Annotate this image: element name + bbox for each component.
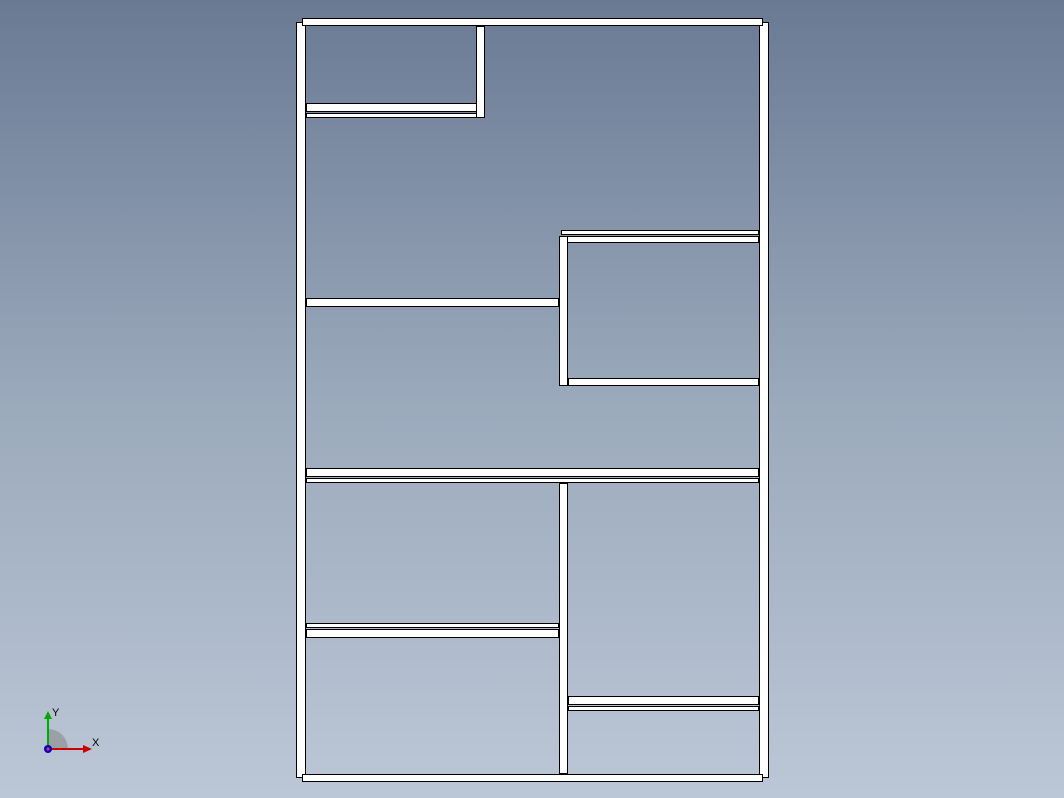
frame-outer-top: [302, 18, 763, 26]
cad-viewport[interactable]: Y X: [0, 0, 1064, 798]
frame-mid-shelf-left: [306, 298, 559, 307]
frame-outer-bottom: [302, 774, 763, 782]
frame-bottom-left-shelf-upper: [306, 623, 559, 628]
frame-upper-mid-right-shelf: [561, 236, 759, 243]
frame-top-shelf-left-lower: [306, 113, 481, 118]
frame-lower-divider-vertical: [559, 483, 568, 774]
frame-large-mid-shelf-lower: [306, 478, 759, 483]
frame-outer-right: [759, 22, 769, 778]
triad-plane-shade: [48, 729, 68, 749]
coordinate-triad[interactable]: Y X: [30, 706, 110, 766]
model-shelving-frame[interactable]: [296, 18, 769, 782]
frame-outer-left: [296, 22, 306, 778]
frame-bottom-left-shelf: [306, 629, 559, 638]
frame-large-mid-shelf: [306, 468, 759, 477]
x-axis-label: X: [92, 737, 100, 749]
y-axis-arrow: [44, 711, 52, 719]
x-axis-arrow: [83, 745, 92, 753]
frame-bottom-right-shelf: [568, 696, 759, 705]
frame-mid-right-lower-shelf: [568, 378, 759, 386]
frame-mid-divider-vertical: [559, 236, 568, 386]
frame-bottom-right-shelf-lower: [568, 706, 759, 711]
y-axis-label: Y: [52, 707, 60, 719]
frame-top-shelf-left-upper: [306, 103, 481, 112]
frame-top-divider-vertical: [476, 26, 485, 118]
origin-marker: [47, 748, 50, 751]
frame-upper-mid-right-shelf-top: [561, 230, 759, 235]
